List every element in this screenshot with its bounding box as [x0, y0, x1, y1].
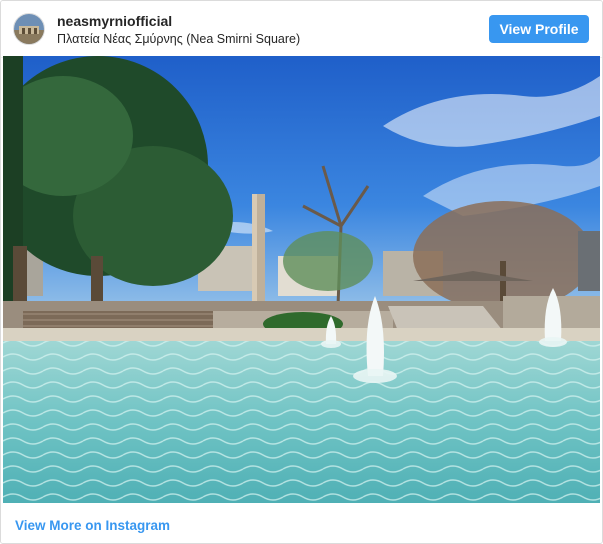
view-profile-button[interactable]: View Profile [489, 15, 589, 43]
avatar[interactable] [13, 13, 45, 45]
username-link[interactable]: neasmyrniofficial [57, 13, 172, 29]
avatar-image [14, 14, 44, 44]
instagram-embed: neasmyrniofficial Πλατεία Νέας Σμύρνης (… [0, 0, 603, 544]
post-photo[interactable] [3, 56, 600, 503]
post-header: neasmyrniofficial Πλατεία Νέας Σμύρνης (… [1, 1, 602, 58]
location-label[interactable]: Πλατεία Νέας Σμύρνης (Nea Smirni Square) [57, 32, 300, 46]
post-footer: View More on Instagram [1, 503, 602, 543]
fountain-square-photo [3, 56, 600, 503]
view-more-link[interactable]: View More on Instagram [15, 518, 170, 533]
